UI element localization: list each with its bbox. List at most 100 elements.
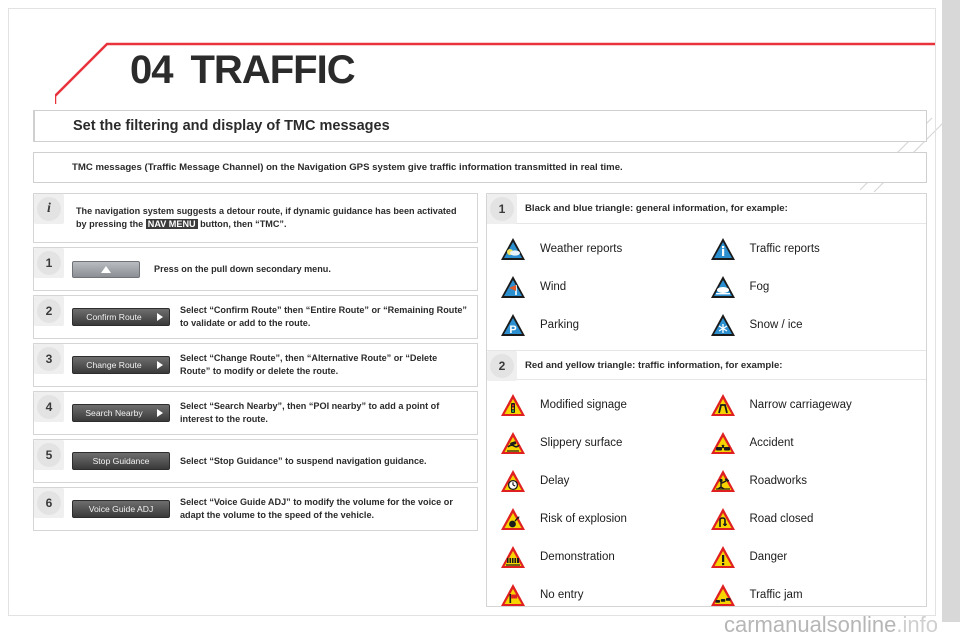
legend-item-label: Traffic jam (749, 589, 803, 601)
legend-item-label: Accident (749, 437, 794, 449)
step-panel-6: 6 Voice Guide ADJ Select “Voice Guide AD… (33, 487, 478, 531)
legend-item-label: Traffic reports (749, 243, 820, 255)
step-panel-1: 1 Press on the pull down secondary menu. (33, 247, 478, 291)
step-text-4: Select “Search Nearby”, then “POI nearby… (180, 401, 440, 424)
legend-item: Narrow carriageway (709, 386, 919, 424)
steps-column: i The navigation system suggests a detou… (33, 193, 478, 535)
step-badge-label-4: 4 (37, 395, 61, 419)
step-text-2: Select “Confirm Route” then “Entire Rout… (180, 305, 467, 328)
legend-item-label: Road closed (749, 513, 814, 525)
step-badge-label-3: 3 (37, 347, 61, 371)
legend-item: Snow / ice (709, 306, 919, 344)
up-arrow-icon (101, 265, 111, 273)
step-badge-1: 1 (34, 248, 64, 278)
legend-section-header-1: 1 Black and blue triangle: general infor… (487, 194, 926, 224)
legend-heading-2: Red and yellow triangle: traffic informa… (525, 359, 783, 371)
section-heading: Set the filtering and display of TMC mes… (73, 118, 390, 134)
stop-guidance-button[interactable]: Stop Guidance (72, 452, 170, 470)
legend-item-label: Delay (540, 475, 570, 487)
step-text-1: Press on the pull down secondary menu. (154, 263, 331, 274)
exclamation-triangle-icon (710, 546, 735, 568)
pull-down-secondary-menu-button[interactable] (72, 260, 140, 278)
legend-badge-2: 2 (487, 351, 517, 381)
search-nearby-button-label: Search Nearby (85, 408, 143, 418)
legend-item-label: Risk of explosion (540, 513, 627, 525)
demonstration-triangle-icon (501, 546, 525, 568)
legend-item: Traffic jam (709, 576, 919, 614)
step-badge-2: 2 (34, 296, 64, 326)
legend-grid-2: Modified signage Narrow carriageway Slip… (487, 380, 926, 620)
roadworks-triangle-icon (710, 470, 735, 492)
section-intro-band: TMC messages (Traffic Message Channel) o… (33, 152, 927, 183)
legend-item-label: Fog (749, 281, 770, 293)
chapter-header: 04 TRAFFIC (55, 42, 935, 104)
legend-badge-1: 1 (487, 194, 517, 224)
legend-item: Road closed (709, 500, 919, 538)
weather-triangle-icon (501, 238, 525, 260)
legend-item: Demonstration (499, 538, 709, 576)
page-title: 04 TRAFFIC (130, 48, 356, 93)
info-badge: i (34, 194, 64, 224)
legend-badge-label-1: 1 (490, 197, 514, 221)
legend-item-label: Snow / ice (749, 319, 803, 331)
wind-triangle-icon (501, 276, 525, 298)
page-right-rail (942, 0, 960, 640)
step-panel-4: 4 Search Nearby Select “Search Nearby”, … (33, 391, 478, 435)
watermark-suffix: .info (896, 612, 938, 637)
voice-guide-adj-button[interactable]: Voice Guide ADJ (72, 500, 170, 518)
step-badge-4: 4 (34, 392, 64, 422)
legend-item-label: No entry (540, 589, 584, 601)
legend-item-label: Parking (540, 319, 579, 331)
traffic-light-triangle-icon (501, 394, 525, 416)
chevron-right-icon (157, 361, 163, 369)
confirm-route-button-label: Confirm Route (86, 312, 142, 322)
info-triangle-icon (710, 238, 735, 260)
legend-heading-1: Black and blue triangle: general informa… (525, 203, 788, 214)
legend-item-label: Slippery surface (540, 437, 623, 449)
info-note-panel: i The navigation system suggests a detou… (33, 193, 478, 243)
section-heading-band: Set the filtering and display of TMC mes… (33, 110, 927, 142)
legend-item-label: Wind (540, 281, 567, 293)
step-badge-label-5: 5 (37, 443, 61, 467)
legend-item-label: Roadworks (749, 475, 808, 487)
legend-item: Modified signage (499, 386, 709, 424)
legend-item: No entry (499, 576, 709, 614)
chapter-number: 04 (130, 48, 173, 92)
step-badge-label-6: 6 (37, 491, 61, 515)
legend-item: Fog (709, 268, 919, 306)
legend-item-label: Demonstration (540, 551, 615, 563)
legend-item: Wind (499, 268, 709, 306)
step-text-6: Select “Voice Guide ADJ” to modify the v… (180, 497, 453, 520)
change-route-button[interactable]: Change Route (72, 356, 170, 374)
change-route-button-label: Change Route (86, 360, 142, 370)
fog-triangle-icon (710, 276, 735, 298)
step-panel-3: 3 Change Route Select “Change Route”, th… (33, 343, 478, 387)
manual-page: 04 TRAFFIC Set the filtering and display … (0, 0, 960, 640)
confirm-route-button[interactable]: Confirm Route (72, 308, 170, 326)
no-entry-triangle-icon (501, 584, 525, 606)
chapter-name: TRAFFIC (190, 48, 356, 92)
section-intro-text: TMC messages (Traffic Message Channel) o… (72, 162, 623, 173)
legend-item: Delay (499, 462, 709, 500)
legend-item: Roadworks (709, 462, 919, 500)
legend-section-header-2: 2 Red and yellow triangle: traffic infor… (487, 350, 926, 381)
traffic-jam-triangle-icon (710, 584, 735, 606)
step-badge-6: 6 (34, 488, 64, 518)
step-badge-3: 3 (34, 344, 64, 374)
legend-item: Risk of explosion (499, 500, 709, 538)
road-closed-triangle-icon (710, 508, 735, 530)
legend-item-label: Weather reports (540, 243, 623, 255)
slippery-triangle-icon (501, 432, 525, 454)
parking-triangle-icon: P (501, 314, 525, 336)
legend-item-label: Modified signage (540, 399, 627, 411)
step-badge-label-1: 1 (37, 251, 61, 275)
legend-item-label: Narrow carriageway (749, 399, 852, 411)
stop-guidance-button-label: Stop Guidance (92, 456, 150, 466)
search-nearby-button[interactable]: Search Nearby (72, 404, 170, 422)
info-note-text-after: button, then “TMC”. (197, 219, 287, 229)
legend-item: P Parking (499, 306, 709, 344)
step-badge-5: 5 (34, 440, 64, 470)
explosion-triangle-icon (501, 508, 525, 530)
step-panel-5: 5 Stop Guidance Select “Stop Guidance” t… (33, 439, 478, 483)
step-text-3: Select “Change Route”, then “Alternative… (180, 353, 438, 376)
